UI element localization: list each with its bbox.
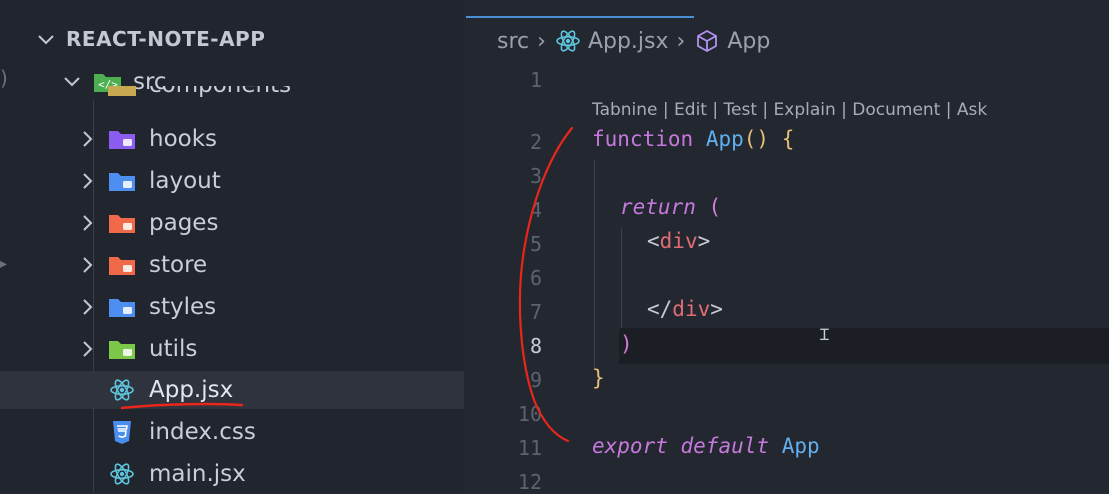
explorer-sidebar: ) ▸ REACT-NOTE-APP </> src components ho…	[0, 0, 464, 492]
react-icon	[554, 27, 582, 55]
line-number: 6	[529, 266, 542, 290]
text-cursor-icon: Ɪ	[820, 325, 829, 344]
current-line-highlight	[619, 328, 1109, 364]
code-line-7: </div>	[647, 297, 723, 321]
line-number: 3	[529, 164, 542, 188]
line-number: 1	[529, 68, 542, 92]
code-editor[interactable]: src › App.jsx › App 1 2 3 4 5 6 7 8 9 10 11 12 Tabn…	[464, 0, 1109, 494]
line-number: 4	[529, 198, 542, 222]
red-bracket-annotation	[518, 126, 574, 443]
code-line-11: export default App	[592, 434, 820, 458]
active-tab-indicator	[466, 16, 694, 18]
line-number: 12	[517, 470, 542, 494]
breadcrumb-item-symbol[interactable]: App	[727, 29, 770, 54]
cube-icon	[693, 27, 721, 55]
code-line-5: <div>	[647, 229, 711, 253]
indent-guide	[594, 160, 595, 370]
code-line-4: return (	[620, 195, 722, 219]
line-number: 2	[529, 130, 542, 154]
code-line-8: )	[620, 332, 633, 356]
indent-guide	[621, 228, 622, 328]
breadcrumb: src › App.jsx › App	[497, 26, 770, 56]
chevron-right-icon: ›	[676, 28, 686, 54]
red-underline-annotation	[120, 402, 244, 410]
line-number: 5	[529, 232, 542, 256]
chevron-right-icon: ›	[537, 28, 546, 54]
line-number: 9	[529, 368, 542, 392]
tabnine-codelens[interactable]: Tabnine | Edit | Test | Explain | Docume…	[592, 100, 987, 120]
code-line-2: function App() {	[592, 127, 795, 151]
code-line-9: }	[592, 366, 605, 390]
breadcrumb-item-file[interactable]: App.jsx	[588, 29, 669, 54]
line-number: 10	[517, 402, 542, 426]
line-number: 11	[517, 436, 542, 460]
line-number: 8	[529, 334, 542, 358]
breadcrumb-item-src[interactable]: src	[497, 29, 529, 54]
line-number: 7	[529, 300, 542, 324]
